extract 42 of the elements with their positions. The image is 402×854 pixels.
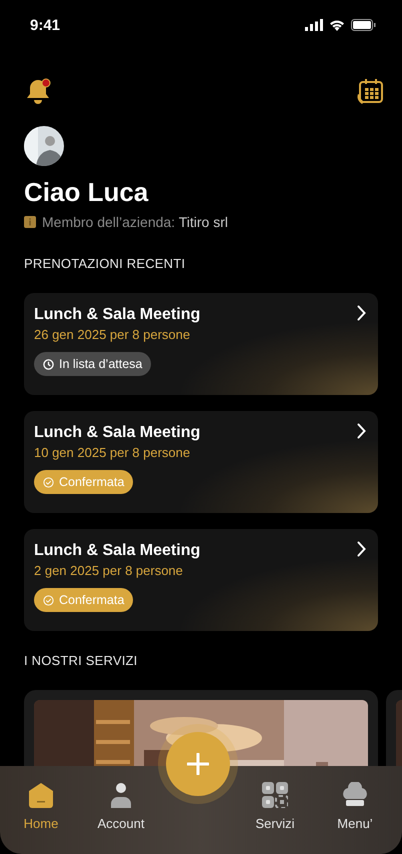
check-circle-icon bbox=[43, 476, 54, 488]
booking-title: Lunch & Sala Meeting bbox=[34, 423, 200, 443]
signal-icon bbox=[305, 19, 323, 31]
greeting-title: Ciao Luca bbox=[24, 176, 150, 208]
booking-card[interactable]: Lunch & Sala Meeting 26 gen 2025 per 8 persone In lista d’attesa bbox=[24, 293, 378, 395]
person-icon bbox=[110, 782, 132, 808]
info-icon bbox=[24, 216, 36, 228]
nav-tab[interactable]: Menu’ bbox=[337, 766, 373, 844]
booking-title: Lunch & Sala Meeting bbox=[34, 305, 200, 325]
nav-tab[interactable]: Servizi bbox=[255, 766, 294, 844]
calendar-phone-icon[interactable] bbox=[356, 78, 384, 106]
clock-icon bbox=[43, 358, 54, 370]
service-card[interactable] bbox=[24, 690, 378, 766]
booking-title: Lunch & Sala Meeting bbox=[34, 541, 200, 561]
waitlist-badge: In lista d’attesa bbox=[34, 352, 152, 376]
check-circle-icon bbox=[43, 594, 54, 606]
nav-tab[interactable]: Account bbox=[98, 766, 144, 844]
company-name: Titiro srl bbox=[178, 214, 228, 230]
booking-card[interactable]: Lunch & Sala Meeting 10 gen 2025 per 8 persone Confermata bbox=[24, 411, 378, 513]
notification-bell-icon[interactable] bbox=[26, 78, 52, 106]
status-time: 9:41 bbox=[30, 16, 60, 34]
chevron-icon bbox=[357, 305, 366, 321]
wifi-icon bbox=[329, 19, 345, 31]
add-button[interactable] bbox=[166, 732, 230, 796]
home-icon bbox=[28, 782, 54, 808]
chef-hat-icon bbox=[340, 782, 369, 808]
booking-detail: 26 gen 2025 per 8 persone bbox=[34, 327, 192, 342]
booking-card[interactable]: Lunch & Sala Meeting 2 gen 2025 per 8 persone Confermata bbox=[24, 529, 378, 631]
chevron-icon bbox=[357, 423, 366, 439]
booking-detail: 10 gen 2025 per 8 persone bbox=[34, 445, 192, 460]
battery-icon bbox=[351, 19, 376, 31]
chevron-icon bbox=[357, 541, 366, 557]
section-heading: PRENOTAZIONI RECENTI bbox=[24, 256, 186, 271]
avatar bbox=[24, 126, 64, 166]
grid-icon bbox=[262, 782, 288, 808]
membership-label: Membro dell’azienda: bbox=[42, 214, 176, 230]
confirmed-badge: Confermata bbox=[34, 588, 134, 612]
nav-tab[interactable]: Home bbox=[24, 766, 58, 844]
confirmed-badge: Confermata bbox=[34, 470, 134, 494]
booking-detail: 2 gen 2025 per 8 persone bbox=[34, 563, 184, 578]
plus-icon bbox=[187, 753, 209, 775]
section-heading: I NOSTRI SERVIZI bbox=[24, 653, 138, 668]
